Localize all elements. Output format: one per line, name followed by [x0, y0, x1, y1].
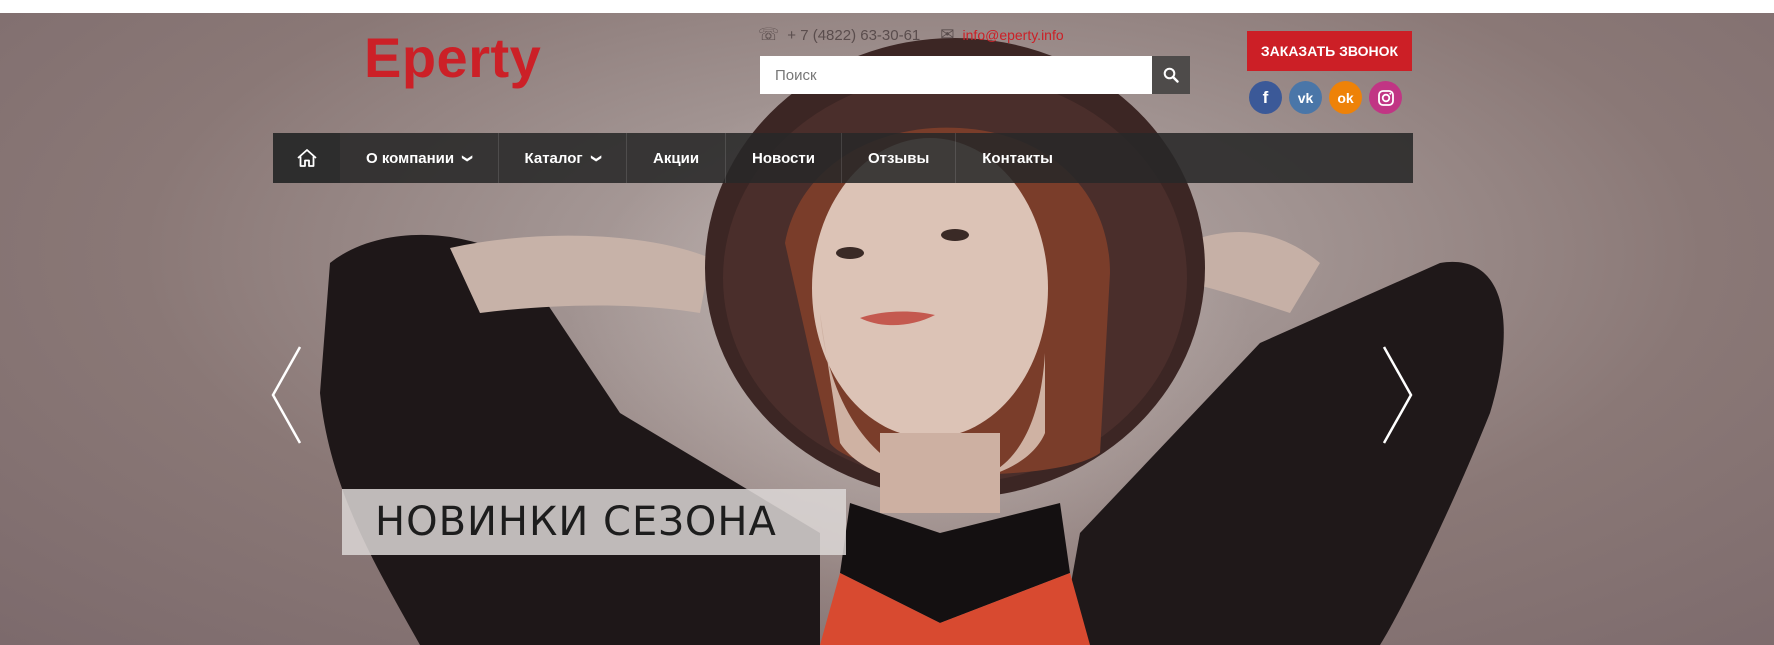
instagram-icon[interactable]: [1369, 81, 1402, 114]
slide-caption-text: НОВИНКИ СЕЗОНА: [375, 499, 777, 545]
main-nav: О компании ❯ Каталог ❯ Акции Новости Отз…: [273, 133, 1413, 183]
search-icon: [1163, 67, 1179, 83]
vkontakte-icon[interactable]: vk: [1289, 81, 1322, 114]
odnoklassniki-icon[interactable]: ok: [1329, 81, 1362, 114]
nav-item-news[interactable]: Новости: [726, 133, 842, 183]
nav-item-label: О компании: [366, 149, 455, 167]
facebook-icon[interactable]: f: [1249, 81, 1282, 114]
nav-item-label: Новости: [752, 149, 815, 167]
home-icon: [296, 149, 317, 167]
nav-item-label: Отзывы: [867, 149, 930, 167]
header-contacts: ☏ + 7 (4822) 63-30-61 ✉ info@eperty.info: [758, 25, 1064, 45]
nav-item-promotions[interactable]: Акции: [627, 133, 727, 183]
chevron-left-icon[interactable]: [270, 345, 304, 445]
nav-item-label: Акции: [653, 149, 700, 167]
phone-icon: ☏: [758, 25, 780, 44]
nav-item-reviews[interactable]: Отзывы: [842, 133, 957, 183]
callback-button[interactable]: ЗАКАЗАТЬ ЗВОНОК: [1247, 31, 1412, 71]
nav-home[interactable]: [273, 133, 340, 183]
nav-item-label: Контакты: [982, 149, 1053, 167]
hero-slider: Eperty ☏ + 7 (4822) 63-30-61 ✉ info@eper…: [0, 13, 1774, 645]
nav-item-catalog[interactable]: Каталог ❯: [499, 133, 628, 183]
chevron-right-icon[interactable]: [1380, 345, 1414, 445]
search-bar: [760, 56, 1190, 94]
nav-item-label: Каталог: [524, 149, 583, 167]
chevron-down-icon: ❯: [590, 153, 602, 163]
search-input[interactable]: [760, 56, 1152, 94]
nav-item-contacts[interactable]: Контакты: [956, 133, 1079, 183]
slide-caption[interactable]: НОВИНКИ СЕЗОНА: [342, 489, 846, 555]
nav-item-company[interactable]: О компании ❯: [340, 133, 499, 183]
mail-icon: ✉: [940, 25, 955, 44]
phone-number[interactable]: + 7 (4822) 63-30-61: [787, 27, 920, 44]
site-logo[interactable]: Eperty: [364, 25, 541, 90]
social-links: f vk ok: [1249, 81, 1402, 114]
chevron-down-icon: ❯: [461, 153, 473, 163]
search-button[interactable]: [1152, 56, 1190, 94]
slide-photo-illustration: [320, 38, 1504, 645]
email-link[interactable]: info@eperty.info: [963, 27, 1064, 43]
slide-photo: [0, 13, 1774, 645]
